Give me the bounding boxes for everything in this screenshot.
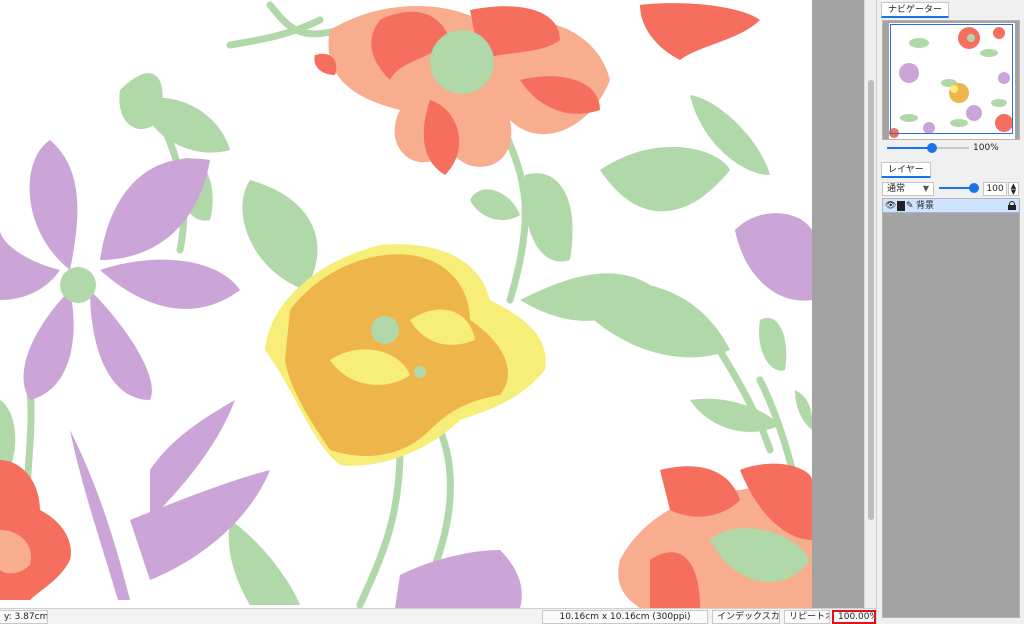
opacity-spinner[interactable]: ▲ ▼ bbox=[1008, 182, 1019, 196]
index-color-button[interactable]: インデックスカラー bbox=[712, 610, 780, 624]
blend-mode-value: 通常 bbox=[887, 184, 906, 194]
tab-navigator[interactable]: ナビゲーター bbox=[881, 2, 950, 18]
navigator-preview[interactable] bbox=[882, 20, 1020, 140]
app-window: y: 3.87cm 10.16cm x 10.16cm (300ppi) インデ… bbox=[0, 0, 1024, 624]
navigator-zoom-slider[interactable] bbox=[887, 142, 969, 154]
zoom-level[interactable]: 100.00% bbox=[832, 610, 876, 624]
layer-thumbnail bbox=[897, 201, 905, 211]
lock-icon[interactable] bbox=[1008, 201, 1016, 210]
navigator-zoom-label: 100% bbox=[973, 143, 999, 153]
opacity-slider[interactable] bbox=[939, 182, 979, 194]
slider-knob[interactable] bbox=[927, 143, 937, 153]
status-bar: y: 3.87cm 10.16cm x 10.16cm (300ppi) インデ… bbox=[0, 608, 876, 624]
tab-layers[interactable]: レイヤー bbox=[881, 162, 931, 178]
layer-row[interactable]: 👁 ✎ 背景 bbox=[883, 199, 1019, 213]
canvas[interactable] bbox=[0, 0, 812, 608]
chevron-down-icon: ▼ bbox=[1010, 188, 1017, 196]
opacity-input[interactable]: 100 bbox=[983, 182, 1007, 196]
document-size: 10.16cm x 10.16cm (300ppi) bbox=[542, 610, 708, 624]
scrollbar-thumb[interactable] bbox=[868, 80, 874, 520]
layer-name: 背景 bbox=[916, 201, 935, 211]
repeat-toggle-button[interactable]: リピートオフ bbox=[784, 610, 830, 624]
navigator-view-rect[interactable] bbox=[890, 24, 1013, 134]
blend-mode-select[interactable]: 通常 ▼ bbox=[882, 182, 934, 196]
coord-value: 3.87cm bbox=[14, 612, 48, 622]
floral-artwork bbox=[0, 1, 812, 608]
chevron-down-icon: ▼ bbox=[922, 184, 929, 193]
cursor-coordinate: y: 3.87cm bbox=[0, 610, 48, 624]
eye-icon[interactable]: 👁 bbox=[885, 200, 896, 212]
side-panel: ナビゲーター 100% レイヤー 通常 ▼ 100 ▲ ▼ 👁 ✎ 背景 bbox=[876, 0, 1024, 624]
canvas-gutter bbox=[812, 0, 864, 608]
vertical-scrollbar[interactable] bbox=[864, 0, 876, 608]
layer-list: 👁 ✎ 背景 bbox=[882, 198, 1020, 618]
slider-knob[interactable] bbox=[969, 183, 979, 193]
coord-label: y: bbox=[4, 612, 12, 622]
pen-icon[interactable]: ✎ bbox=[906, 200, 914, 212]
